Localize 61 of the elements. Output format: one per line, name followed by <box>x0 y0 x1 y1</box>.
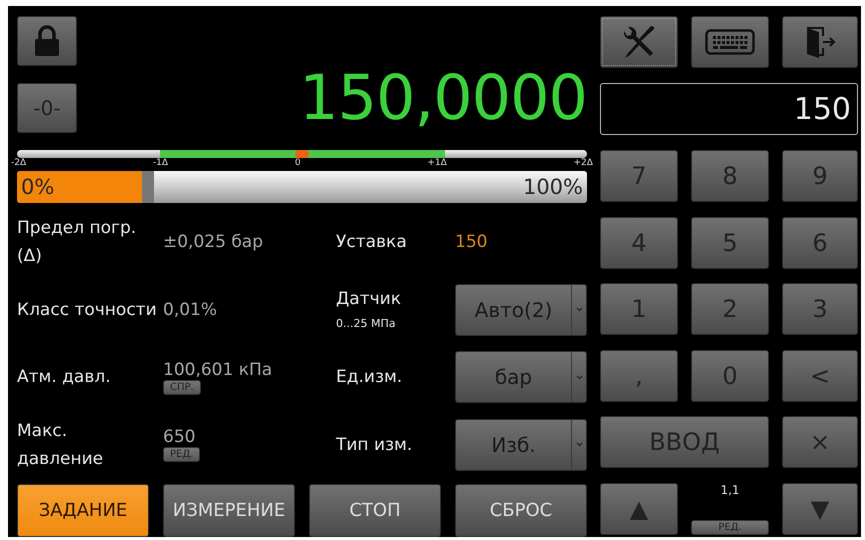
chevron-down-icon <box>576 374 582 380</box>
door-exit-icon <box>804 25 836 59</box>
lock-button[interactable] <box>17 16 77 66</box>
edit-chip[interactable]: СПР. <box>163 380 201 395</box>
sensor-range: 0...25 МПа <box>336 317 396 330</box>
tools-button[interactable] <box>600 16 678 68</box>
chevron-down-icon <box>576 442 582 448</box>
parameter-label: Датчик <box>336 289 402 310</box>
keypad-key[interactable]: 3 <box>782 283 858 336</box>
padlock-icon <box>34 25 60 57</box>
parameter-label: Предел погр. (Δ) <box>17 217 138 268</box>
edit-chip[interactable]: РЕД. <box>691 520 769 535</box>
dropdown[interactable]: бар <box>455 351 587 404</box>
keypad-key[interactable]: 2 <box>691 283 769 336</box>
zero-button[interactable]: -0- <box>17 83 77 133</box>
mode-button[interactable]: ЗАДАНИЕ <box>17 484 149 537</box>
keypad-key[interactable]: × <box>782 416 858 468</box>
progress-max-label: 100% <box>522 174 583 199</box>
step-up-button[interactable]: ▲ <box>600 482 678 535</box>
mode-button[interactable]: СБРОС <box>455 484 587 537</box>
chevron-down-icon <box>576 307 582 312</box>
parameter-value: ±0,025 бар <box>163 232 264 252</box>
keypad-key[interactable]: 5 <box>691 216 769 269</box>
keypad-key[interactable]: 4 <box>600 216 678 269</box>
scale-label: +1Δ <box>427 158 447 168</box>
keypad-key[interactable]: 9 <box>782 150 858 202</box>
setpoint-value: 150 <box>455 232 488 252</box>
parameter-label: Ед.изм. <box>336 367 404 388</box>
mode-button[interactable]: СТОП <box>309 484 441 537</box>
parameter-label: Класс точности <box>17 298 157 322</box>
keypad-key[interactable]: , <box>600 350 678 402</box>
parameter-value: 0,01% <box>163 300 218 320</box>
pressure-reading: 150,0000 <box>299 67 587 129</box>
parameter-label: Тип изм. <box>336 434 414 455</box>
step-down-button[interactable]: ▼ <box>782 482 858 535</box>
progress-min-label: 0% <box>21 174 54 199</box>
scale-label: 0 <box>294 158 301 168</box>
parameter-value: 650 <box>163 427 196 448</box>
parameter-value: 100,601 кПа <box>163 360 272 380</box>
edit-chip[interactable]: РЕД. <box>163 447 200 462</box>
parameter-label: Уставка <box>336 232 408 252</box>
keyboard-button[interactable] <box>691 16 769 68</box>
parameter-label: Атм. давл. <box>17 366 112 390</box>
keypad-key[interactable]: 1 <box>600 283 678 336</box>
keypad-key[interactable]: 0 <box>691 350 769 402</box>
exit-button[interactable] <box>782 16 858 68</box>
parameter-label: Макс. давление <box>17 420 104 471</box>
keypad-key[interactable]: 7 <box>600 150 678 202</box>
keypad-key[interactable]: < <box>782 350 858 402</box>
enter-button[interactable]: ВВОД <box>600 416 769 468</box>
scale-label: -1Δ <box>152 158 168 168</box>
scale-label: -2Δ <box>11 158 26 168</box>
keypad-key[interactable]: 6 <box>782 216 858 269</box>
dropdown[interactable]: Изб. <box>455 418 587 471</box>
keyboard-icon <box>705 29 755 55</box>
dropdown[interactable]: Авто(2) <box>455 284 587 336</box>
scale-label: +2Δ <box>574 158 593 168</box>
value-input-field[interactable]: 150 <box>600 83 858 135</box>
keypad-key[interactable]: 8 <box>691 150 769 202</box>
step-value: 1,1 <box>720 482 740 497</box>
mode-button[interactable]: ИЗМЕРЕНИЕ <box>163 484 295 537</box>
